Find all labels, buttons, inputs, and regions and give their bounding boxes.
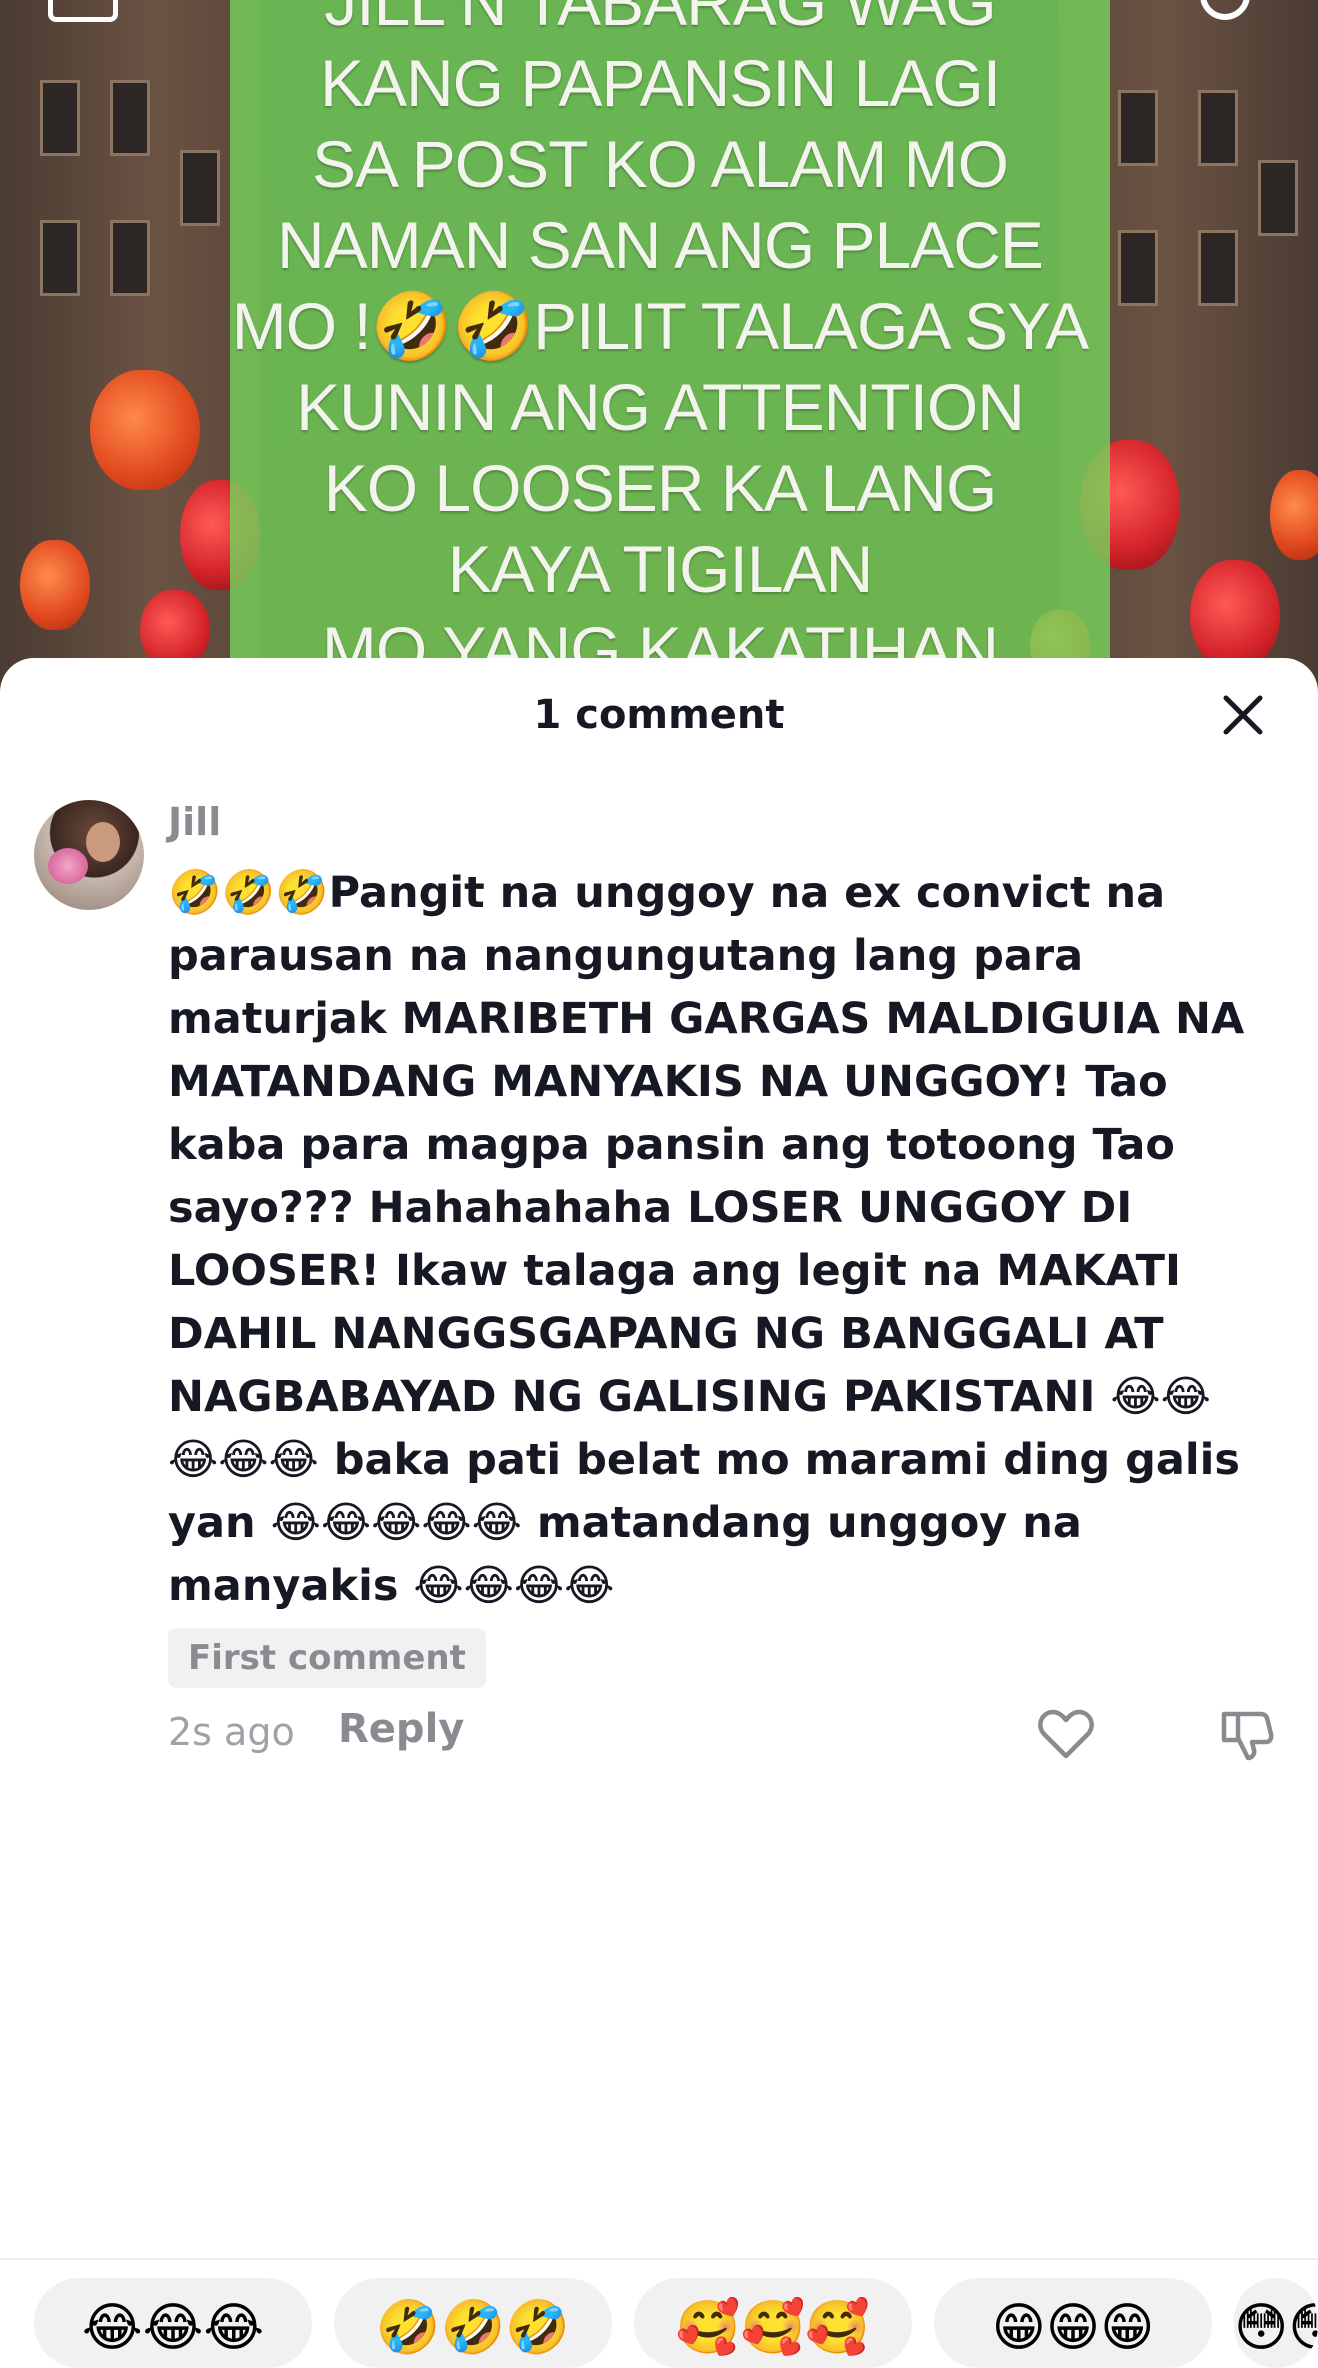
- window: [40, 220, 80, 296]
- caption-line: KAYA TIGILAN: [447, 532, 874, 606]
- avatar[interactable]: [34, 800, 144, 910]
- lantern: [1270, 470, 1318, 560]
- window: [110, 220, 150, 296]
- caption-line: JILL N TABARAG WAG: [324, 0, 997, 39]
- caption-line: SA POST KO ALAM MO: [311, 127, 1009, 201]
- live-icon[interactable]: [48, 0, 118, 22]
- lantern: [20, 540, 90, 630]
- window: [1198, 90, 1238, 166]
- video-background: JILL N TABARAG WAG KANG PAPANSIN LAGI SA…: [0, 0, 1318, 700]
- window: [1118, 230, 1158, 306]
- caption-line: KUNIN ANG ATTENTION: [296, 370, 1025, 444]
- caption-line: KANG PAPANSIN LAGI: [319, 46, 1001, 120]
- reply-button[interactable]: Reply: [338, 1706, 464, 1752]
- heart-icon[interactable]: [1038, 1708, 1094, 1760]
- lantern: [1190, 560, 1280, 670]
- first-comment-badge: First comment: [168, 1628, 486, 1688]
- window: [1118, 90, 1158, 166]
- avatar-flowers: [48, 848, 88, 884]
- thumbs-down-icon[interactable]: [1218, 1706, 1274, 1762]
- emoji-reaction-button[interactable]: 🤣🤣🤣: [334, 2278, 612, 2368]
- window: [1258, 160, 1298, 236]
- video-caption: JILL N TABARAG WAG KANG PAPANSIN LAGI SA…: [230, 0, 1090, 691]
- comment-username[interactable]: Jill: [168, 800, 221, 844]
- emoji-reaction-button[interactable]: 😂😂😂: [34, 2278, 312, 2368]
- comments-sheet: 1 comment Jill 🤣🤣🤣Pangit na unggoy na ex…: [0, 658, 1318, 2346]
- emoji-reaction-button[interactable]: 😳😳😳: [1234, 2278, 1318, 2368]
- avatar-face: [86, 822, 120, 862]
- caption-line: KO LOOSER KA LANG: [323, 451, 998, 525]
- emoji-reaction-button[interactable]: 😁😁😁: [934, 2278, 1212, 2368]
- emoji-reaction-button[interactable]: 🥰🥰🥰: [634, 2278, 912, 2368]
- window: [180, 150, 220, 226]
- comment-text: 🤣🤣🤣Pangit na unggoy na ex convict na par…: [168, 868, 1260, 1611]
- caption-line: MO !🤣🤣PILIT TALAGA SYA: [231, 289, 1089, 363]
- window: [40, 80, 80, 156]
- window: [1198, 230, 1238, 306]
- lantern: [90, 370, 200, 490]
- emoji-bar-divider: [0, 2258, 1318, 2260]
- close-icon[interactable]: [1218, 690, 1268, 740]
- comments-count-title: 1 comment: [533, 692, 785, 738]
- window: [110, 80, 150, 156]
- caption-line: NAMAN SAN ANG PLACE: [277, 208, 1044, 282]
- comment-timestamp: 2s ago: [168, 1710, 295, 1754]
